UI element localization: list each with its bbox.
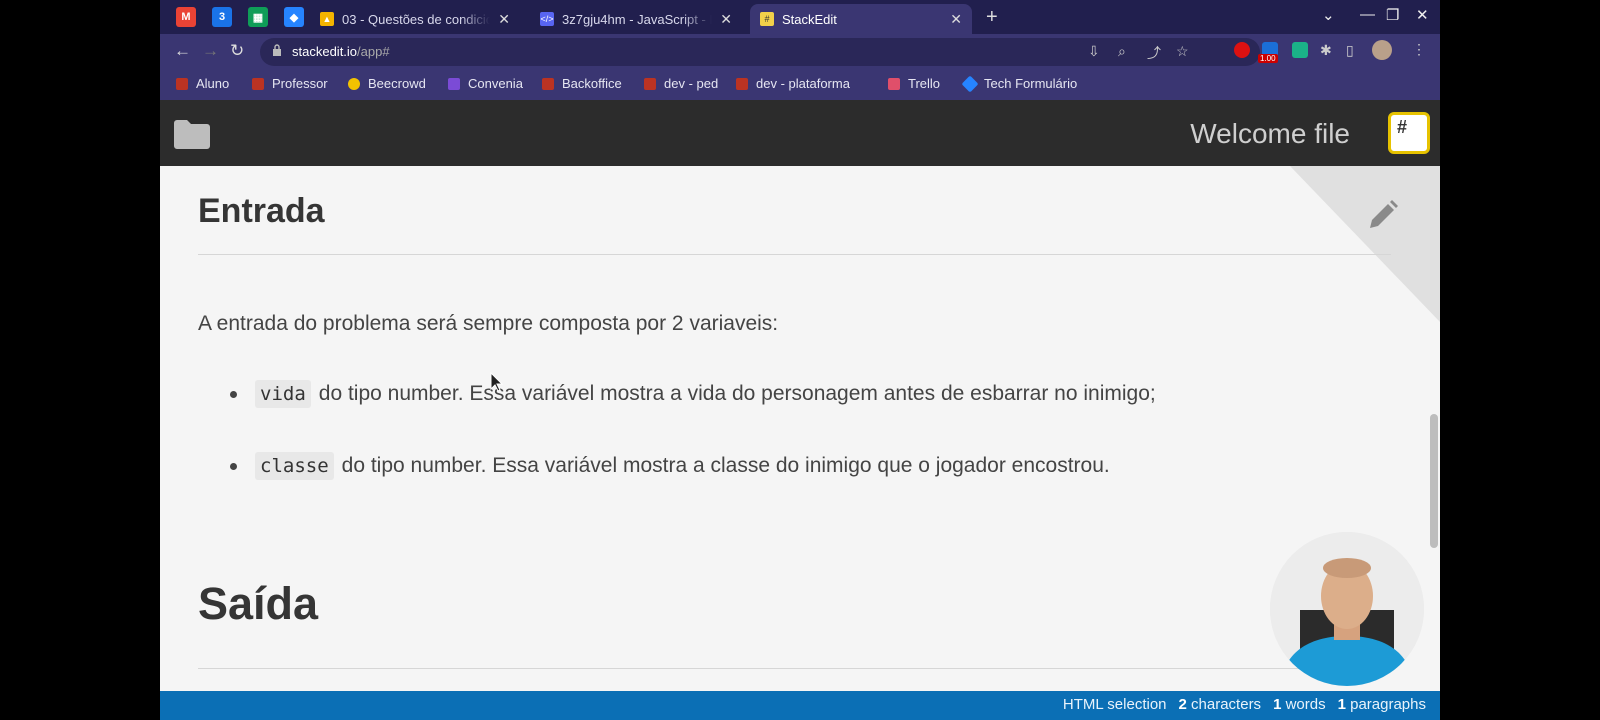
bookmark-convenia[interactable]: Convenia (448, 76, 523, 91)
back-icon[interactable]: ← (174, 41, 191, 61)
tab-stackedit[interactable]: # StackEdit ✕ (750, 4, 972, 34)
bookmark-icon (736, 77, 748, 90)
bookmark-icon (348, 77, 360, 90)
zoom-icon[interactable]: ⌕ (1118, 43, 1126, 60)
forward-icon[interactable]: → (202, 41, 219, 61)
extension-badge: 1.00 (1258, 54, 1278, 63)
sidepanel-icon[interactable]: ▯ (1346, 42, 1354, 59)
heading-entrada: Entrada (198, 192, 325, 230)
words-stat: 1 words (1273, 696, 1326, 713)
bookmark-tech-formulario[interactable]: Tech Formulário (961, 75, 1077, 92)
bookmark-dev-ped[interactable]: dev - ped (644, 76, 718, 91)
list-item: classe do tipo number. Essa variável mos… (230, 452, 1110, 480)
sheets-icon[interactable]: ▦ (248, 7, 268, 27)
divider (198, 254, 1391, 255)
bookmark-professor[interactable]: Professor (252, 76, 328, 91)
close-icon[interactable]: ✕ (950, 11, 962, 28)
bookmark-aluno[interactable]: Aluno (176, 76, 229, 91)
close-window-icon[interactable]: ✕ (1416, 6, 1429, 24)
close-icon[interactable]: ✕ (498, 11, 510, 28)
jira-icon (961, 75, 979, 92)
minimize-icon[interactable]: — (1360, 6, 1375, 23)
preview-pane: Entrada A entrada do problema será sempr… (160, 166, 1440, 691)
browser-window: M 3 ▦ ◆ ▲ 03 - Questões de condicio ✕ </… (160, 0, 1440, 720)
calendar-icon[interactable]: 3 (212, 7, 232, 27)
inline-code: classe (255, 452, 334, 480)
jira-icon[interactable]: ◆ (284, 7, 304, 27)
reload-icon[interactable]: ↻ (230, 41, 244, 61)
bookmark-icon (542, 77, 554, 90)
list-item-text: do tipo number. Essa variável mostra a c… (341, 454, 1110, 477)
extension-red-icon[interactable] (1234, 42, 1250, 58)
code-icon: </> (540, 12, 554, 26)
inline-code: vida (255, 380, 311, 408)
tab-title: 03 - Questões de condicio (342, 11, 491, 27)
extension-check-icon[interactable] (1292, 42, 1308, 58)
stackedit-menu-button[interactable]: # (1388, 112, 1430, 154)
close-icon[interactable]: ✕ (720, 11, 732, 28)
google-drive-icon: ▲ (320, 12, 334, 26)
bookmarks-bar: Aluno Professor Beecrowd Convenia Backof… (160, 70, 1440, 100)
stackedit-icon: # (760, 12, 774, 26)
profile-avatar[interactable] (1372, 40, 1392, 60)
tab-javascript[interactable]: </> 3z7gju4hm - JavaScript - I ✕ (530, 4, 742, 34)
tab-title: StackEdit (782, 11, 837, 27)
divider (198, 668, 1391, 669)
bookmark-dev-plataforma[interactable]: dev - plataforma (736, 76, 850, 91)
trello-icon (888, 77, 900, 90)
bookmark-icon (176, 77, 188, 90)
tab-title: 3z7gju4hm - JavaScript - I (562, 11, 713, 27)
status-bar: HTML selection 2 characters 1 words 1 pa… (160, 691, 1440, 720)
bookmark-icon (448, 77, 460, 90)
url-text: stackedit.io/app# (292, 44, 390, 59)
folder-icon[interactable] (174, 119, 210, 149)
stackedit-navbar: Welcome file # (160, 100, 1440, 166)
scrollbar[interactable] (1430, 414, 1438, 548)
mouse-cursor-icon (490, 372, 504, 392)
presenter-avatar (1270, 532, 1424, 686)
heading-saida: Saída (198, 578, 319, 629)
characters-stat: 2 characters (1178, 696, 1262, 713)
new-tab-icon[interactable]: + (986, 6, 998, 29)
address-bar[interactable]: stackedit.io/app# ⇩ ⌕ ⤴ ☆ (260, 38, 1260, 66)
bookmark-trello[interactable]: Trello (888, 76, 940, 91)
selection-label: HTML selection (1062, 696, 1167, 713)
list-item: vida do tipo number. Essa variável mostr… (230, 380, 1156, 408)
browser-toolbar: ← → ↻ stackedit.io/app# ⇩ ⌕ ⤴ ☆ 1.00 ✱ ▯… (160, 34, 1440, 70)
bookmark-beecrowd[interactable]: Beecrowd (348, 76, 426, 91)
document-title[interactable]: Welcome file (1190, 118, 1350, 150)
install-icon[interactable]: ⇩ (1088, 43, 1100, 60)
edit-corner (1290, 166, 1440, 322)
puzzle-icon[interactable]: ✱ (1320, 42, 1332, 59)
paragraph: A entrada do problema será sempre compos… (198, 312, 779, 335)
pencil-icon[interactable] (1366, 198, 1400, 232)
tab-questoes[interactable]: ▲ 03 - Questões de condicio ✕ (310, 4, 520, 34)
lock-icon (273, 44, 281, 56)
star-icon[interactable]: ☆ (1176, 43, 1189, 60)
menu-icon[interactable]: ⋮ (1412, 41, 1426, 58)
gmail-icon[interactable]: M (176, 7, 196, 27)
bullet (230, 390, 237, 398)
bookmark-icon (252, 77, 264, 90)
webcam-overlay (1270, 532, 1424, 686)
paragraphs-stat: 1 paragraphs (1337, 696, 1426, 713)
share-icon[interactable]: ⤴ (1147, 43, 1161, 63)
restore-icon[interactable]: ❐ (1386, 6, 1399, 24)
chevron-down-icon[interactable]: ⌄ (1322, 6, 1335, 24)
tab-strip: M 3 ▦ ◆ ▲ 03 - Questões de condicio ✕ </… (160, 0, 1440, 34)
list-item-text: do tipo number. Essa variável mostra a v… (318, 382, 1156, 405)
bookmark-icon (644, 77, 656, 90)
bookmark-backoffice[interactable]: Backoffice (542, 76, 622, 91)
bullet (230, 462, 237, 470)
